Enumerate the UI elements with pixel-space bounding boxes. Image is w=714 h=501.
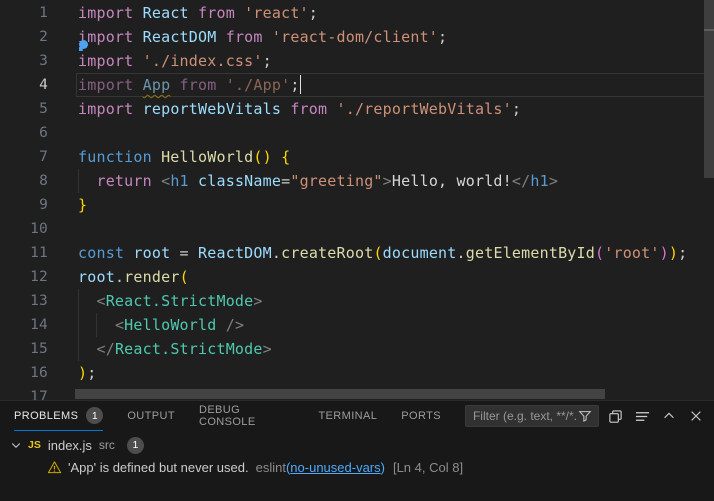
code-text: root.render( [78, 265, 189, 289]
indent-guide [78, 337, 79, 361]
line-number[interactable]: 16 [0, 361, 48, 385]
overview-ruler-mark [704, 29, 714, 31]
problems-filter-input[interactable] [473, 409, 576, 423]
code-line[interactable]: 4 import App from './App'; [0, 73, 714, 97]
tab-ports-label: PORTS [401, 410, 441, 422]
vertical-scrollbar-thumb[interactable] [704, 0, 714, 178]
problems-count-badge: 1 [86, 407, 103, 424]
indent-guide [78, 289, 79, 313]
indent-guide [78, 169, 79, 193]
code-editor[interactable]: 1 import React from 'react'; 2 import React… [0, 0, 714, 400]
code-line[interactable]: 15 </React.StrictMode> [0, 337, 714, 361]
drop-cursor-dot [79, 40, 88, 49]
warning-icon [47, 460, 62, 475]
code-line[interactable]: 14 <HelloWorld /> [0, 313, 714, 337]
code-text: const root = ReactDOM.createRoot(documen… [78, 241, 687, 265]
chevron-down-icon[interactable] [10, 439, 28, 451]
code-line[interactable]: 13 <React.StrictMode> [0, 289, 714, 313]
line-number[interactable]: 17 [0, 385, 48, 400]
code-line[interactable]: 3 import './index.css'; [0, 49, 714, 73]
vscode-window: 1 import React from 'react'; 2 import React… [0, 0, 714, 501]
problems-file-name: index.js [48, 438, 92, 453]
tab-problems[interactable]: PROBLEMS 1 [14, 401, 103, 431]
line-number[interactable]: 4 [0, 73, 48, 97]
code-text: return <h1 className="greeting">Hello, w… [78, 169, 558, 193]
code-lines: 1 import React from 'react'; 2 import React… [0, 1, 714, 400]
line-number[interactable]: 11 [0, 241, 48, 265]
problem-rule-link[interactable]: (no-unused-vars) [286, 460, 385, 475]
text-cursor [300, 75, 302, 94]
close-panel-icon[interactable] [685, 405, 706, 427]
code-text: import React from 'react'; [78, 1, 318, 25]
code-text: } [78, 193, 87, 217]
line-number[interactable]: 14 [0, 313, 48, 337]
line-number[interactable]: 9 [0, 193, 48, 217]
line-number[interactable]: 10 [0, 217, 48, 241]
tab-terminal[interactable]: TERMINAL [318, 401, 377, 431]
line-number[interactable]: 5 [0, 97, 48, 121]
code-line[interactable]: 16); [0, 361, 714, 385]
tab-terminal-label: TERMINAL [318, 410, 377, 422]
panel-header: PROBLEMS 1 OUTPUT DEBUG CONSOLE TERMINAL… [0, 401, 714, 431]
code-line[interactable]: 11 const root = ReactDOM.createRoot(docum… [0, 241, 714, 265]
file-problems-count-badge: 1 [127, 437, 144, 454]
problem-message: 'App' is defined but never used. [68, 460, 249, 475]
open-in-editor-icon[interactable] [605, 405, 626, 427]
tab-problems-label: PROBLEMS [14, 410, 78, 422]
view-menu-icon[interactable] [632, 405, 653, 427]
tab-debug-console-label: DEBUG CONSOLE [199, 404, 294, 428]
problem-location: [Ln 4, Col 8] [393, 460, 463, 475]
horizontal-scrollbar-thumb[interactable] [75, 389, 605, 399]
code-text: </React.StrictMode> [78, 337, 272, 361]
code-line[interactable]: 8 return <h1 className="greeting">Hello,… [0, 169, 714, 193]
code-line[interactable]: 2 import ReactDOM from 'react-dom/client'… [0, 25, 714, 49]
problems-tree: JS index.js src 1 'App' is defined but n… [0, 431, 714, 478]
code-line[interactable]: 1 import React from 'react'; [0, 1, 714, 25]
filter-funnel-icon[interactable] [576, 405, 594, 427]
line-number[interactable]: 8 [0, 169, 48, 193]
line-number[interactable]: 13 [0, 289, 48, 313]
code-line[interactable]: 7 function HelloWorld() { [0, 145, 714, 169]
code-text: import App from './App'; [78, 73, 301, 97]
problems-filter-box[interactable] [465, 405, 599, 427]
line-number[interactable]: 15 [0, 337, 48, 361]
code-text: import reportWebVitals from './reportWeb… [78, 97, 521, 121]
code-text: import './index.css'; [78, 49, 272, 73]
tab-ports[interactable]: PORTS [401, 401, 441, 431]
problems-file-row[interactable]: JS index.js src 1 [0, 434, 714, 456]
code-line[interactable]: 6 [0, 121, 714, 145]
tab-output-label: OUTPUT [127, 410, 175, 422]
line-number[interactable]: 1 [0, 1, 48, 25]
line-number[interactable]: 7 [0, 145, 48, 169]
maximize-panel-icon[interactable] [659, 405, 680, 427]
code-text: <React.StrictMode> [78, 289, 263, 313]
indent-guide [78, 313, 79, 337]
code-line[interactable]: 12 root.render( [0, 265, 714, 289]
tab-output[interactable]: OUTPUT [127, 401, 175, 431]
code-line[interactable]: 10 [0, 217, 714, 241]
code-line[interactable]: 9} [0, 193, 714, 217]
problem-item-row[interactable]: 'App' is defined but never used. eslint(… [0, 456, 714, 478]
line-number[interactable]: 3 [0, 49, 48, 73]
tab-debug-console[interactable]: DEBUG CONSOLE [199, 401, 294, 431]
line-number[interactable]: 12 [0, 265, 48, 289]
problem-source: eslint(no-unused-vars) [256, 460, 385, 475]
problems-file-dir: src [99, 438, 115, 452]
line-number[interactable]: 6 [0, 121, 48, 145]
code-line[interactable]: 5 import reportWebVitals from './reportWe… [0, 97, 714, 121]
line-number[interactable]: 2 [0, 25, 48, 49]
code-text: function HelloWorld() { [78, 145, 290, 169]
code-text: import ReactDOM from 'react-dom/client'; [78, 25, 447, 49]
bottom-panel: PROBLEMS 1 OUTPUT DEBUG CONSOLE TERMINAL… [0, 400, 714, 501]
code-text: <HelloWorld /> [78, 313, 244, 337]
js-file-icon: JS [28, 439, 41, 451]
indent-guide [96, 313, 97, 337]
code-text: ); [78, 361, 96, 385]
